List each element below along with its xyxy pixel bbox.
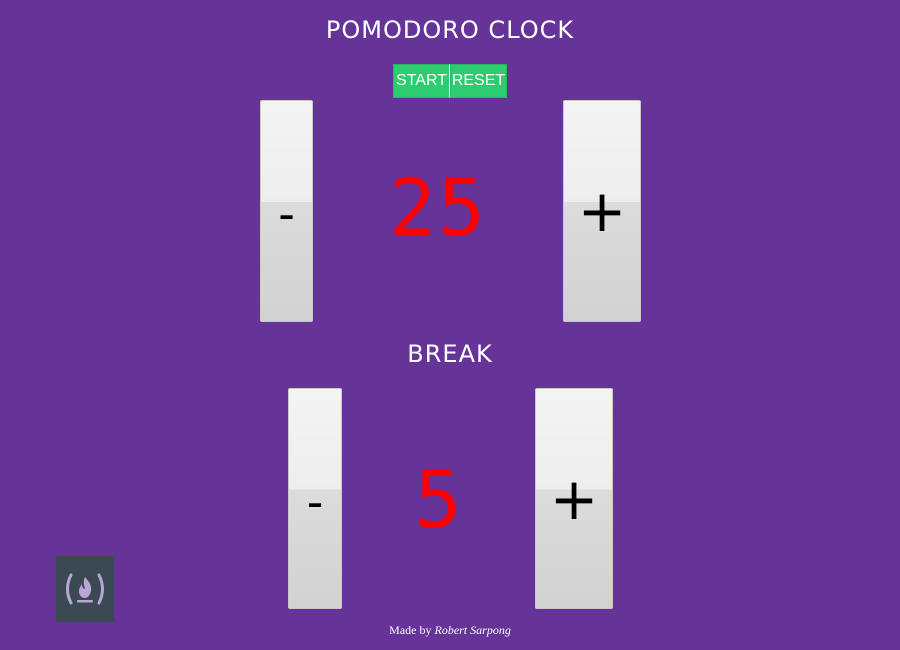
plus-icon: + [549, 464, 599, 533]
start-button[interactable]: START [393, 64, 450, 98]
freecodecamp-badge[interactable] [56, 556, 114, 622]
minus-icon: - [278, 187, 295, 241]
session-length-display: 25 [389, 164, 487, 254]
footer: Made by Robert Sarpong [0, 623, 900, 638]
timer-controls: START RESET [393, 64, 507, 98]
break-increase-button[interactable]: + [535, 388, 613, 609]
footer-prefix: Made by [389, 623, 432, 637]
author-link[interactable]: Robert Sarpong [434, 623, 510, 637]
session-decrease-button[interactable]: - [260, 100, 313, 322]
page-title: POMODORO CLOCK [325, 16, 575, 44]
plus-icon: + [577, 177, 627, 245]
break-length-display: 5 [414, 456, 462, 546]
break-decrease-button[interactable]: - [288, 388, 342, 609]
break-label: BREAK [407, 340, 493, 368]
reset-button[interactable]: RESET [450, 64, 507, 98]
minus-icon: - [306, 474, 324, 529]
freecodecamp-icon [66, 573, 104, 605]
session-increase-button[interactable]: + [563, 100, 641, 322]
